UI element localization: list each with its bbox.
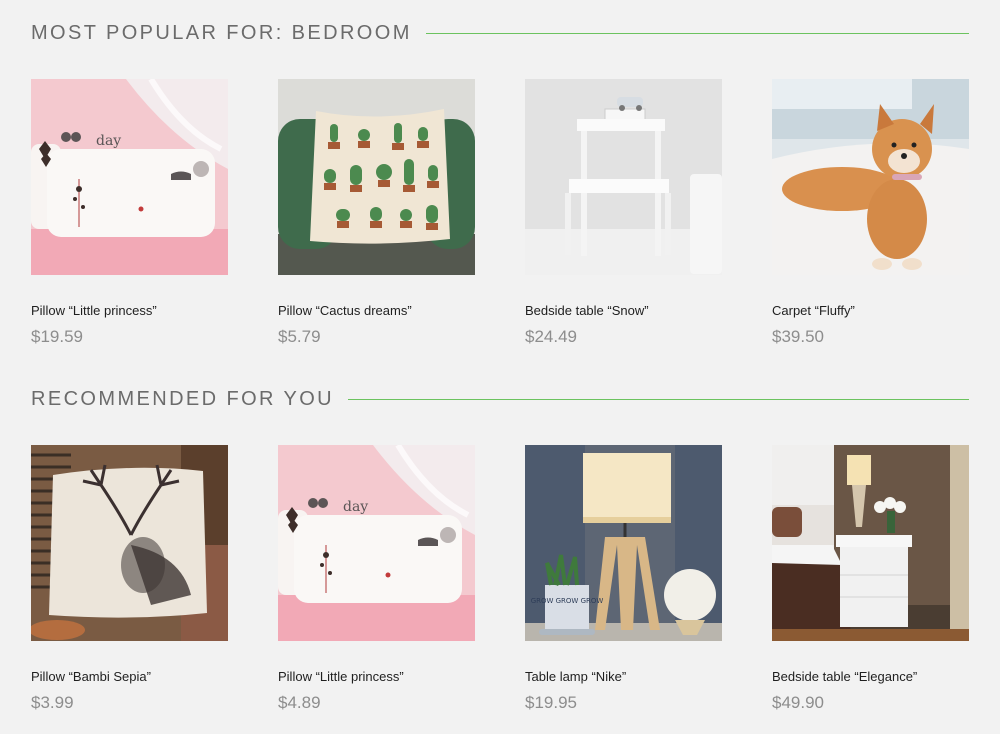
product-image-carpet-fluffy[interactable]	[772, 79, 969, 275]
product-price: $49.90	[772, 693, 824, 712]
product-name[interactable]: Bedside table “Snow”	[525, 303, 722, 319]
product-card[interactable]: GROW GROW GROW Table lamp “Nike” $19.95	[525, 445, 722, 713]
product-image-table-lamp[interactable]: GROW GROW GROW	[525, 445, 722, 641]
product-card[interactable]: Bedside table “Snow” $24.49	[525, 79, 722, 347]
product-name[interactable]: Pillow “Cactus dreams”	[278, 303, 475, 319]
product-card[interactable]: day Pillow “Little princess” $4.89	[278, 445, 475, 713]
section-divider	[425, 33, 969, 34]
product-name[interactable]: Carpet “Fluffy”	[772, 303, 969, 319]
product-price: $19.95	[525, 693, 577, 712]
product-card[interactable]: Pillow “Bambi Sepia” $3.99	[31, 445, 228, 713]
product-grid-recommended: Pillow “Bambi Sepia” $3.99 day Pillow “L…	[31, 445, 969, 713]
product-name[interactable]: Bedside table “Elegance”	[772, 669, 969, 685]
product-name[interactable]: Pillow “Little princess”	[31, 303, 228, 319]
product-name[interactable]: Pillow “Bambi Sepia”	[31, 669, 228, 685]
section-header-recommended: RECOMMENDED FOR YOU	[31, 388, 969, 411]
product-price: $3.99	[31, 693, 74, 712]
product-price: $39.50	[772, 327, 824, 346]
product-price: $24.49	[525, 327, 577, 346]
product-name[interactable]: Table lamp “Nike”	[525, 669, 722, 685]
product-image-pillow-princess[interactable]: day	[278, 445, 475, 641]
section-divider	[348, 399, 969, 400]
product-name[interactable]: Pillow “Little princess”	[278, 669, 475, 685]
product-grid-popular: day Pillow “Little princess” $19.59 Pill…	[31, 79, 969, 347]
product-price: $5.79	[278, 327, 321, 346]
product-image-pillow-princess[interactable]: day	[31, 79, 228, 275]
product-image-pillow-cactus[interactable]	[278, 79, 475, 275]
section-title: RECOMMENDED FOR YOU	[31, 388, 335, 410]
product-image-pillow-bambi[interactable]	[31, 445, 228, 641]
product-card[interactable]: Pillow “Cactus dreams” $5.79	[278, 79, 475, 347]
pot-print-text: GROW GROW GROW	[531, 597, 604, 605]
pillow-print-text: day	[96, 133, 121, 149]
product-card[interactable]: Bedside table “Elegance” $49.90	[772, 445, 969, 713]
product-price: $4.89	[278, 693, 321, 712]
section-header-popular: MOST POPULAR FOR: BEDROOM	[31, 22, 969, 45]
section-title: MOST POPULAR FOR: BEDROOM	[31, 22, 412, 44]
product-image-bedside-snow[interactable]	[525, 79, 722, 275]
product-image-bedside-elegance[interactable]	[772, 445, 969, 641]
product-card[interactable]: Carpet “Fluffy” $39.50	[772, 79, 969, 347]
product-card[interactable]: day Pillow “Little princess” $19.59	[31, 79, 228, 347]
pillow-print-text: day	[343, 499, 368, 515]
product-price: $19.59	[31, 327, 83, 346]
